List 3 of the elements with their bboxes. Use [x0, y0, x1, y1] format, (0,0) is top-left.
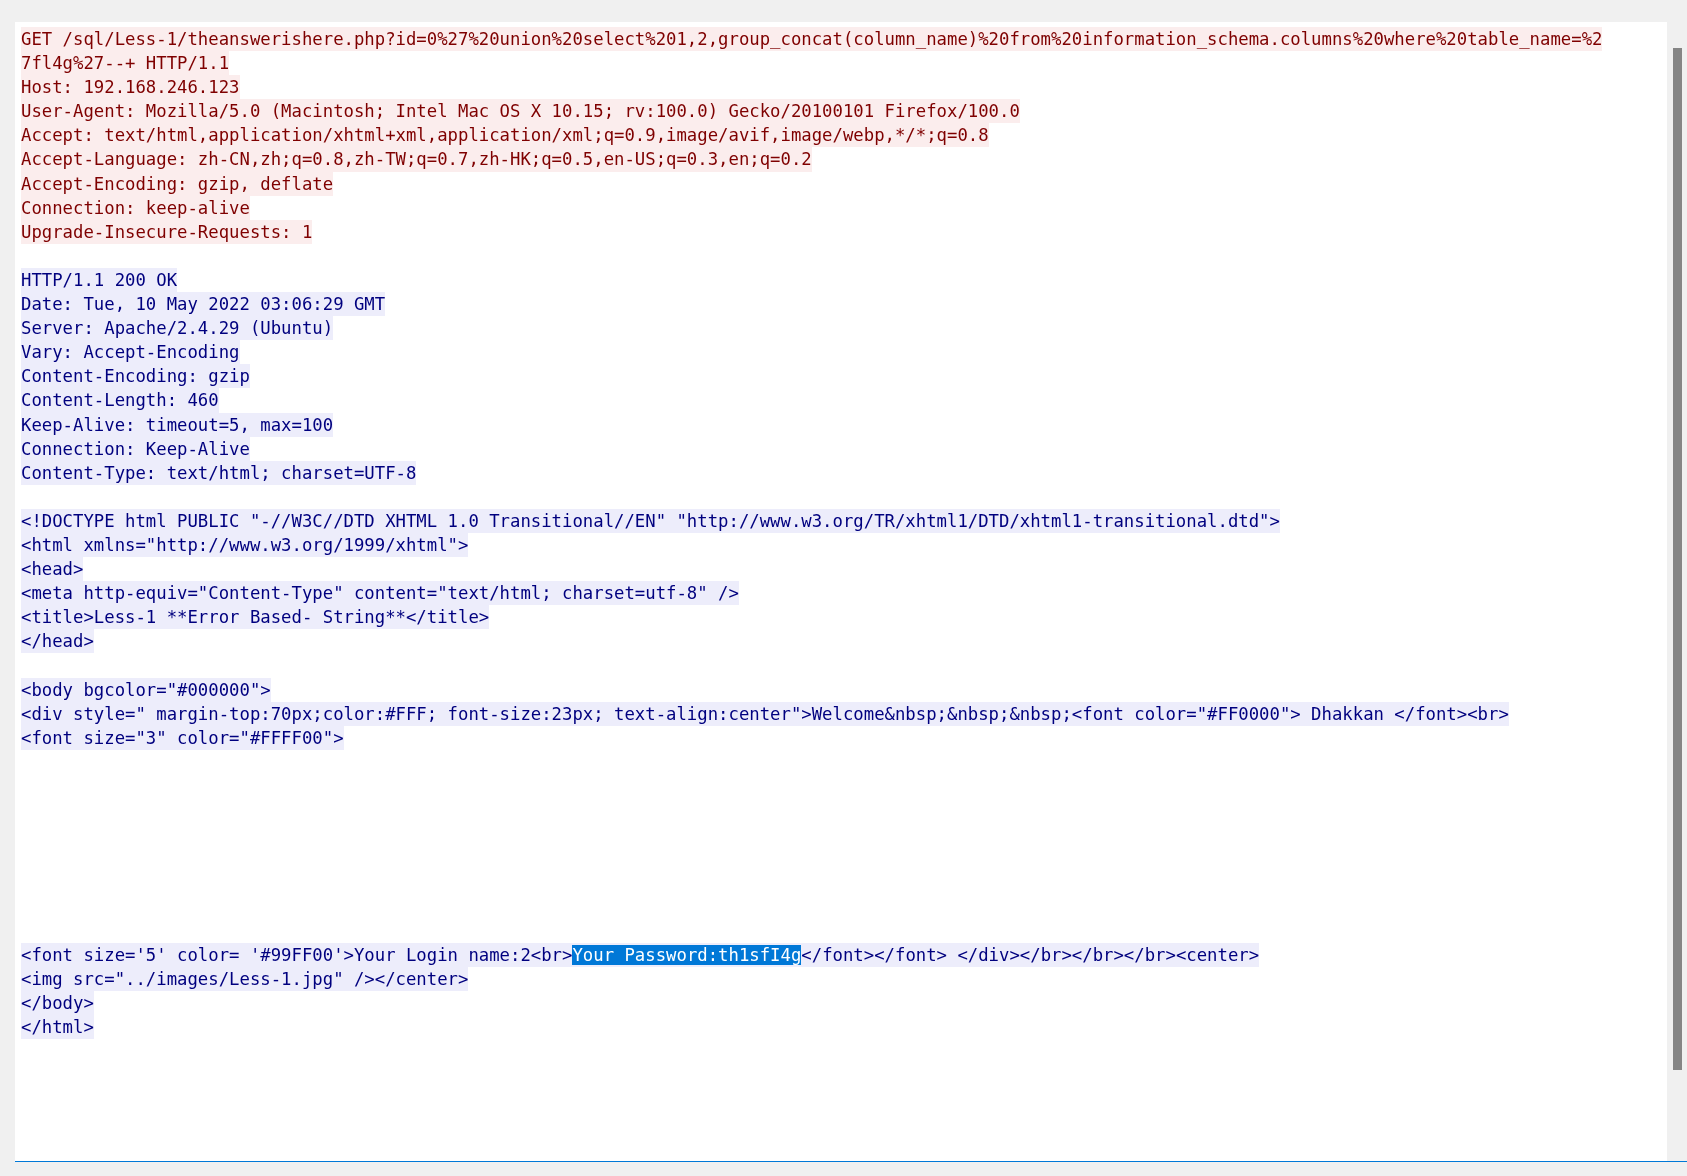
- scrollbar-thumb[interactable]: [1672, 48, 1682, 1070]
- scrollbar[interactable]: [1667, 22, 1687, 1161]
- stream-text-area[interactable]: [15, 22, 1687, 1161]
